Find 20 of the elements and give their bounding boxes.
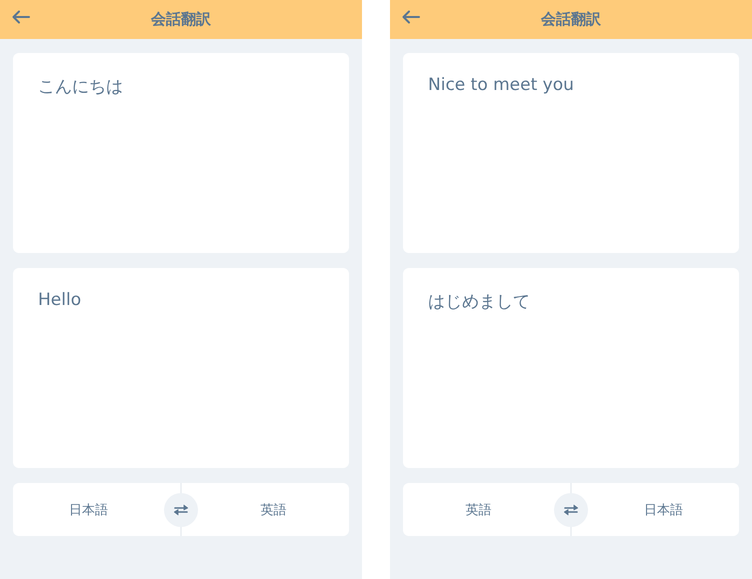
target-language-button[interactable]: 英語 [198, 483, 349, 536]
target-language-button[interactable]: 日本語 [588, 483, 739, 536]
back-button[interactable] [402, 10, 420, 24]
swap-button[interactable] [554, 492, 588, 526]
source-text: こんにちは [38, 77, 123, 97]
screen-title: 会話翻訳 [541, 10, 601, 29]
translation-text: はじめまして [428, 292, 530, 312]
translation-text: Hello [38, 290, 82, 310]
back-arrow-icon [402, 10, 420, 24]
swap-arrows-icon [563, 504, 579, 516]
screen-title: 会話翻訳 [151, 10, 211, 29]
source-text-card[interactable]: Nice to meet you [403, 53, 739, 253]
swap-button[interactable] [164, 492, 198, 526]
source-text: Nice to meet you [428, 75, 574, 95]
back-arrow-icon [12, 10, 30, 24]
source-language-button[interactable]: 日本語 [13, 483, 164, 536]
source-language-button[interactable]: 英語 [403, 483, 554, 536]
source-text-card[interactable]: こんにちは [13, 53, 349, 253]
back-button[interactable] [12, 10, 30, 24]
swap-arrows-icon [173, 504, 189, 516]
